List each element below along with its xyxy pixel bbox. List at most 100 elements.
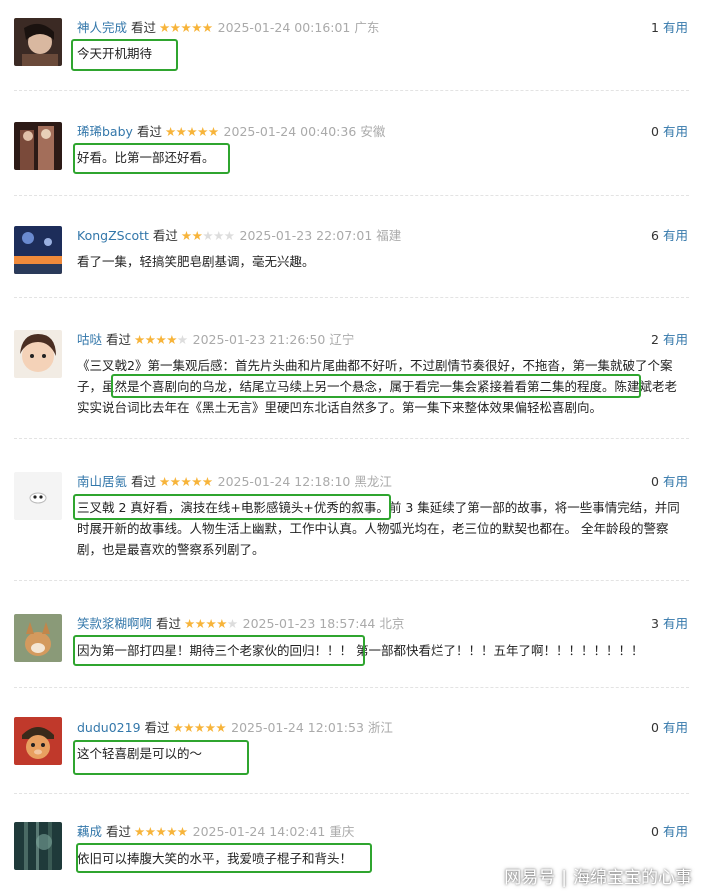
avatar[interactable] bbox=[14, 472, 62, 520]
watched-label: 看过 bbox=[136, 124, 162, 139]
star-filled-icon: ★ bbox=[204, 720, 216, 735]
useful-count: 0 bbox=[651, 124, 659, 139]
review-text: 这个轻喜剧是可以的～ bbox=[77, 746, 203, 761]
avatar[interactable] bbox=[14, 614, 62, 662]
star-empty-icon: ★ bbox=[223, 228, 235, 243]
watermark: 网易号 | 海绵宝宝的心事 bbox=[504, 863, 692, 888]
useful-count: 0 bbox=[651, 824, 659, 839]
star-filled-icon: ★ bbox=[216, 616, 227, 631]
review-location: 重庆 bbox=[329, 824, 355, 839]
useful-button[interactable]: 0 有用 bbox=[651, 124, 688, 140]
divider bbox=[14, 297, 689, 298]
review-location: 广东 bbox=[354, 20, 380, 35]
star-filled-icon: ★ bbox=[193, 720, 205, 735]
username-link[interactable]: 咕哒 bbox=[77, 332, 102, 347]
review-location: 黑龙江 bbox=[354, 474, 392, 489]
avatar[interactable] bbox=[14, 717, 62, 765]
star-empty-icon: ★ bbox=[213, 228, 224, 243]
useful-count: 0 bbox=[651, 474, 659, 489]
useful-button[interactable]: 0 有用 bbox=[651, 474, 688, 490]
watched-label: 看过 bbox=[106, 332, 132, 347]
review-location: 安徽 bbox=[360, 124, 386, 139]
star-filled-icon: ★ bbox=[191, 20, 202, 35]
useful-button[interactable]: 2 有用 bbox=[651, 332, 688, 348]
rating-stars: ★★★★★ bbox=[181, 228, 235, 243]
star-filled-icon: ★ bbox=[155, 332, 167, 347]
rating-stars: ★★★★★ bbox=[159, 474, 213, 489]
review-meta: 笑款浆糊啊啊 看过 ★★★★★ 2025-01-23 18:57:44 北京 bbox=[77, 616, 404, 632]
star-filled-icon: ★ bbox=[207, 124, 219, 139]
star-filled-icon: ★ bbox=[201, 474, 213, 489]
username-link[interactable]: 神人完成 bbox=[77, 20, 127, 35]
star-filled-icon: ★ bbox=[169, 20, 181, 35]
useful-label: 有用 bbox=[662, 20, 688, 35]
star-filled-icon: ★ bbox=[205, 616, 217, 631]
star-filled-icon: ★ bbox=[183, 720, 194, 735]
divider bbox=[14, 90, 689, 91]
rating-stars: ★★★★★ bbox=[173, 720, 227, 735]
review-time: 2025-01-24 00:40:36 bbox=[223, 124, 357, 139]
star-filled-icon: ★ bbox=[134, 824, 145, 839]
useful-count: 6 bbox=[651, 228, 659, 243]
username-link[interactable]: 琋琋baby bbox=[77, 124, 133, 139]
rating-stars: ★★★★★ bbox=[134, 824, 188, 839]
useful-label: 有用 bbox=[662, 332, 688, 347]
useful-count: 2 bbox=[651, 332, 659, 347]
username-link[interactable]: 藕成 bbox=[77, 824, 102, 839]
review-location: 北京 bbox=[379, 616, 405, 631]
username-link[interactable]: dudu0219 bbox=[77, 720, 141, 735]
star-filled-icon: ★ bbox=[172, 720, 184, 735]
rating-stars: ★★★★★ bbox=[184, 616, 238, 631]
useful-button[interactable]: 0 有用 bbox=[651, 720, 688, 736]
star-filled-icon: ★ bbox=[215, 720, 227, 735]
useful-button[interactable]: 6 有用 bbox=[651, 228, 688, 244]
star-filled-icon: ★ bbox=[175, 124, 187, 139]
review-time: 2025-01-24 12:18:10 bbox=[217, 474, 351, 489]
star-empty-icon: ★ bbox=[226, 616, 238, 631]
avatar[interactable] bbox=[14, 226, 62, 274]
username-link[interactable]: 南山居氪 bbox=[77, 474, 127, 489]
review-time: 2025-01-24 00:16:01 bbox=[217, 20, 351, 35]
rating-stars: ★★★★★ bbox=[165, 124, 219, 139]
useful-label: 有用 bbox=[662, 474, 688, 489]
review-meta: dudu0219 看过 ★★★★★ 2025-01-24 12:01:53 浙江 bbox=[77, 720, 393, 736]
watermark-author: 海绵宝宝的心事 bbox=[573, 868, 692, 888]
star-filled-icon: ★ bbox=[159, 20, 170, 35]
star-empty-icon: ★ bbox=[176, 332, 188, 347]
star-filled-icon: ★ bbox=[169, 474, 181, 489]
review-meta: 藕成 看过 ★★★★★ 2025-01-24 14:02:41 重庆 bbox=[77, 824, 354, 840]
useful-button[interactable]: 1 有用 bbox=[651, 20, 688, 36]
useful-button[interactable]: 0 有用 bbox=[651, 824, 688, 840]
star-filled-icon: ★ bbox=[194, 616, 206, 631]
review-meta: 南山居氪 看过 ★★★★★ 2025-01-24 12:18:10 黑龙江 bbox=[77, 474, 392, 490]
useful-label: 有用 bbox=[662, 124, 688, 139]
watched-label: 看过 bbox=[131, 474, 157, 489]
star-filled-icon: ★ bbox=[144, 824, 156, 839]
avatar[interactable] bbox=[14, 822, 62, 870]
useful-button[interactable]: 3 有用 bbox=[651, 616, 688, 632]
watched-label: 看过 bbox=[156, 616, 182, 631]
avatar[interactable] bbox=[14, 18, 62, 66]
review-time: 2025-01-23 18:57:44 bbox=[242, 616, 376, 631]
star-filled-icon: ★ bbox=[184, 616, 195, 631]
username-link[interactable]: KongZScott bbox=[77, 228, 149, 243]
review-text: 好看。比第一部还好看。 bbox=[77, 150, 215, 165]
watched-label: 看过 bbox=[144, 720, 170, 735]
avatar[interactable] bbox=[14, 122, 62, 170]
avatar[interactable] bbox=[14, 330, 62, 378]
watched-label: 看过 bbox=[106, 824, 132, 839]
username-link[interactable]: 笑款浆糊啊啊 bbox=[77, 616, 152, 631]
review-text: 看了一集，轻搞笑肥皂剧基调，毫无兴趣。 bbox=[77, 254, 315, 269]
review-text: 三叉戟 2 真好看，演技在线+电影感镜头+优秀的叙事。前 3 集延续了第一部的故… bbox=[77, 500, 680, 557]
review-location: 福建 bbox=[376, 228, 402, 243]
divider bbox=[14, 687, 689, 688]
review-time: 2025-01-23 22:07:01 bbox=[239, 228, 373, 243]
review-meta: 琋琋baby 看过 ★★★★★ 2025-01-24 00:40:36 安徽 bbox=[77, 124, 385, 140]
rating-stars: ★★★★★ bbox=[159, 20, 213, 35]
useful-count: 3 bbox=[651, 616, 659, 631]
star-filled-icon: ★ bbox=[176, 824, 188, 839]
review-location: 辽宁 bbox=[329, 332, 355, 347]
divider bbox=[14, 793, 689, 794]
star-empty-icon: ★ bbox=[202, 228, 214, 243]
star-filled-icon: ★ bbox=[186, 124, 198, 139]
